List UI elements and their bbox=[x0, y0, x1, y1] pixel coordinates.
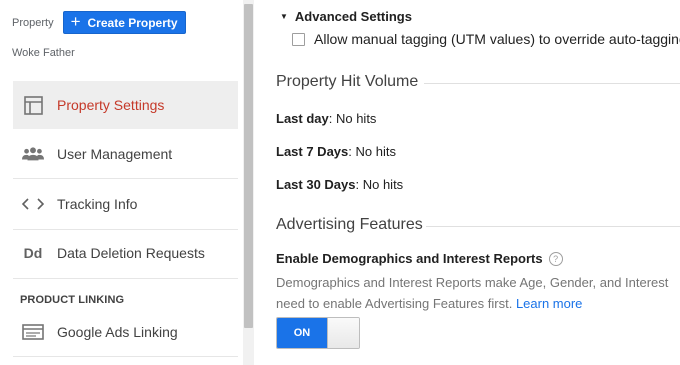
manual-tagging-checkbox[interactable] bbox=[292, 32, 305, 46]
manual-tagging-label: Allow manual tagging (UTM values) to ove… bbox=[314, 31, 680, 47]
hit-label: Last 30 Days bbox=[276, 177, 356, 192]
triangle-down-icon: ▼ bbox=[280, 12, 288, 21]
description-line-2: need to enable Advertising Features firs… bbox=[276, 293, 680, 314]
manual-tagging-row: Allow manual tagging (UTM values) to ove… bbox=[292, 31, 680, 47]
hit-row-last-day: Last day: No hits bbox=[276, 111, 376, 126]
sidebar-scrollbar-thumb[interactable] bbox=[244, 4, 253, 328]
hit-row-last-7-days: Last 7 Days: No hits bbox=[276, 144, 396, 159]
demographics-toggle[interactable]: ON bbox=[276, 317, 360, 349]
account-name: Woke Father bbox=[12, 47, 75, 59]
divider bbox=[13, 356, 238, 357]
demographics-description: Demographics and Interest Reports make A… bbox=[276, 272, 680, 314]
hit-volume-title: Property Hit Volume bbox=[276, 73, 419, 90]
dd-icon: Dd bbox=[23, 245, 43, 261]
section-divider bbox=[426, 226, 680, 227]
sidebar-item-label: Property Settings bbox=[57, 97, 165, 113]
sidebar-item-label: Tracking Info bbox=[57, 196, 138, 212]
hit-value: : No hits bbox=[328, 111, 377, 126]
advertising-features-title: Advertising Features bbox=[276, 216, 423, 233]
section-divider bbox=[424, 83, 680, 84]
ads-card-icon bbox=[22, 321, 44, 343]
sidebar-item-data-deletion-requests[interactable]: Dd Data Deletion Requests bbox=[13, 230, 238, 276]
property-label: Property bbox=[12, 16, 54, 29]
main-content: ▼ Advanced Settings Allow manual tagging… bbox=[254, 0, 680, 365]
help-icon[interactable]: ? bbox=[548, 251, 563, 266]
sidebar-item-label: Google Ads Linking bbox=[57, 324, 178, 340]
section-heading-product-linking: PRODUCT LINKING bbox=[20, 294, 125, 306]
sidebar-item-label: Data Deletion Requests bbox=[57, 245, 205, 261]
sidebar-item-tracking-info[interactable]: Tracking Info bbox=[13, 180, 238, 228]
property-row: Property + Create Property bbox=[12, 11, 186, 34]
sidebar-item-google-ads-linking[interactable]: Google Ads Linking bbox=[13, 312, 238, 352]
demographics-row: Enable Demographics and Interest Reports… bbox=[276, 251, 563, 266]
learn-more-link[interactable]: Learn more bbox=[516, 296, 582, 311]
layout-icon bbox=[22, 94, 44, 116]
description-text: need to enable Advertising Features firs… bbox=[276, 296, 513, 311]
code-icon bbox=[22, 193, 44, 215]
hit-value: : No hits bbox=[348, 144, 396, 159]
divider bbox=[13, 278, 238, 279]
toggle-knob bbox=[327, 318, 359, 348]
hit-value: : No hits bbox=[355, 177, 404, 192]
sidebar: Property + Create Property Woke Father P… bbox=[0, 0, 243, 365]
plus-icon: + bbox=[70, 12, 81, 31]
hit-row-last-30-days: Last 30 Days: No hits bbox=[276, 177, 403, 192]
hit-label: Last 7 Days bbox=[276, 144, 349, 159]
advanced-settings-toggle[interactable]: ▼ Advanced Settings bbox=[280, 9, 412, 24]
create-property-label: Create Property bbox=[87, 15, 178, 30]
people-icon bbox=[22, 143, 44, 165]
sidebar-item-label: User Management bbox=[57, 146, 173, 162]
create-property-button[interactable]: + Create Property bbox=[62, 11, 186, 34]
toggle-on-label: ON bbox=[277, 318, 327, 348]
sidebar-item-property-settings[interactable]: Property Settings bbox=[13, 81, 238, 129]
hit-label: Last day bbox=[276, 111, 329, 126]
sidebar-item-user-management[interactable]: User Management bbox=[13, 131, 238, 177]
advanced-settings-label: Advanced Settings bbox=[294, 9, 412, 24]
divider bbox=[13, 178, 238, 179]
demographics-title: Enable Demographics and Interest Reports bbox=[276, 251, 543, 266]
description-line: Demographics and Interest Reports make A… bbox=[276, 275, 669, 290]
